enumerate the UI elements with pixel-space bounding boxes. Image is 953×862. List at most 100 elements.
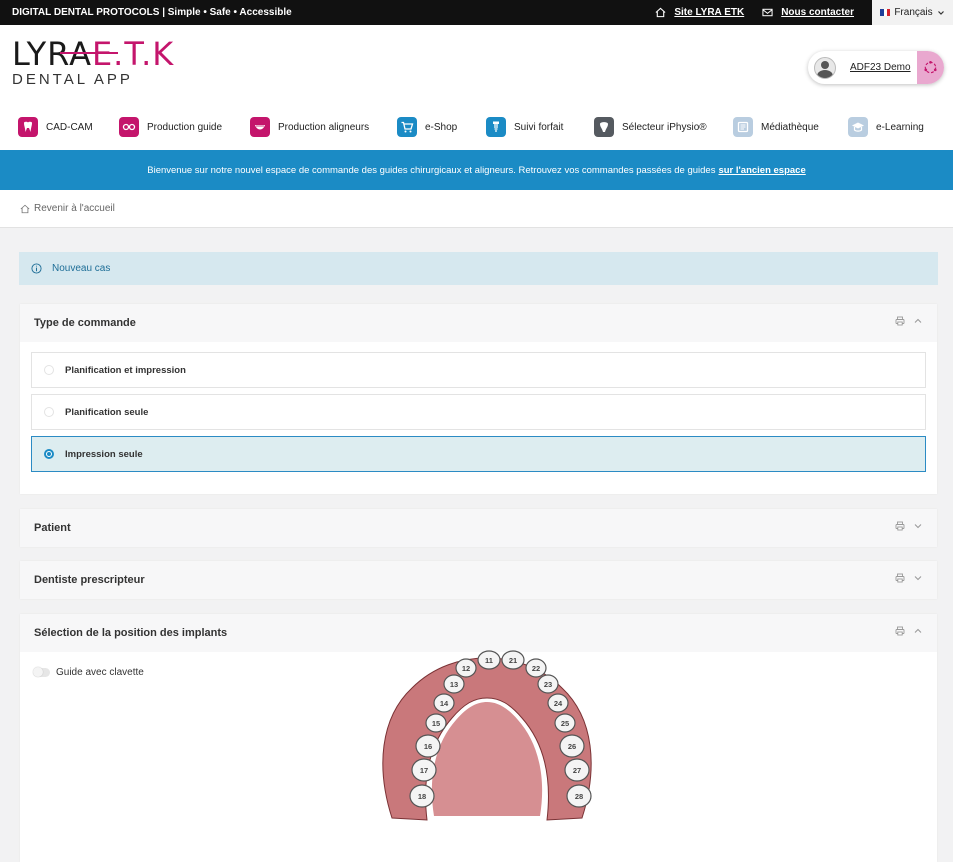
- tooth-27[interactable]: 27: [564, 758, 590, 782]
- nav-suivi-forfait[interactable]: Suivi forfait: [486, 117, 563, 137]
- tooth-26[interactable]: 26: [559, 734, 585, 758]
- tooth-number: 11: [485, 656, 493, 665]
- implant-position-card: Sélection de la position des implants Gu…: [20, 614, 937, 862]
- card-title: Dentiste prescripteur: [34, 574, 145, 586]
- nav-e-learning[interactable]: e-Learning: [848, 117, 924, 137]
- nav-cad-cam[interactable]: CAD-CAM: [18, 117, 93, 137]
- print-icon[interactable]: [895, 573, 905, 583]
- tooth-number: 13: [450, 680, 458, 689]
- nav-production-aligneurs[interactable]: Production aligneurs: [250, 117, 369, 137]
- smile-icon: [250, 117, 270, 137]
- user-menu[interactable]: ADF23 Demo: [808, 51, 944, 84]
- order-type-card: Type de commande Planification et impres…: [20, 304, 937, 494]
- implant-icon: [486, 117, 506, 137]
- tooth-number: 24: [554, 699, 563, 708]
- tooth-number: 23: [544, 680, 552, 689]
- alert-text: Nouveau cas: [52, 263, 111, 274]
- chevron-down-icon: [937, 10, 944, 15]
- print-icon[interactable]: [895, 626, 905, 636]
- home-icon: [655, 7, 666, 18]
- media-icon: [733, 117, 753, 137]
- tooth-number: 14: [440, 699, 449, 708]
- radio-button[interactable]: [44, 449, 54, 459]
- tooth-22[interactable]: 22: [525, 658, 547, 678]
- language-selector[interactable]: Français: [872, 0, 953, 25]
- option-label: Planification seule: [65, 406, 149, 418]
- tooth-24[interactable]: 24: [547, 693, 569, 713]
- language-label: Français: [894, 7, 933, 18]
- card-header[interactable]: Patient: [20, 509, 937, 547]
- tagline: DIGITAL DENTAL PROTOCOLS | Simple • Safe…: [12, 7, 292, 18]
- nav-label: Production guide: [147, 121, 223, 133]
- tooth-12[interactable]: 12: [455, 658, 477, 678]
- iphysio-icon: [594, 117, 614, 137]
- tooth-number: 28: [575, 792, 583, 801]
- contact-link-label[interactable]: Nous contacter: [781, 7, 854, 18]
- user-menu-button[interactable]: [917, 51, 944, 84]
- tooth-11[interactable]: 11: [477, 650, 501, 670]
- card-header[interactable]: Dentiste prescripteur: [20, 561, 937, 599]
- radio-button[interactable]: [44, 407, 54, 417]
- tooth-23[interactable]: 23: [537, 674, 559, 694]
- site-link[interactable]: Site LYRA ETK: [655, 7, 744, 18]
- french-flag-icon: [880, 9, 891, 16]
- tooth-14[interactable]: 14: [433, 693, 455, 713]
- site-link-label[interactable]: Site LYRA ETK: [674, 7, 744, 18]
- option-planification-seule[interactable]: Planification seule: [31, 394, 926, 430]
- card-header[interactable]: Type de commande: [20, 304, 937, 342]
- main-nav: CAD-CAM Production guide Production alig…: [0, 113, 953, 141]
- nav-label: Médiathèque: [761, 121, 819, 133]
- chevron-up-icon[interactable]: [913, 626, 923, 636]
- tooth-number: 22: [532, 664, 540, 673]
- logo-subtitle: DENTAL APP: [12, 71, 133, 88]
- option-impression-seule[interactable]: Impression seule: [31, 436, 926, 472]
- radio-button[interactable]: [44, 365, 54, 375]
- chevron-down-icon[interactable]: [913, 573, 923, 583]
- nav-selecteur-iphysio[interactable]: Sélecteur iPhysio®: [594, 117, 707, 137]
- upper-jaw-diagram: 11 12 13 14 15 16 17 18 21 22 23 24 25 26 27 28: [382, 650, 592, 821]
- nav-label: Suivi forfait: [514, 121, 564, 133]
- card-title: Type de commande: [34, 317, 136, 329]
- nav-mediatheque[interactable]: Médiathèque: [733, 117, 819, 137]
- tooth-13[interactable]: 13: [443, 674, 465, 694]
- option-label: Impression seule: [65, 448, 143, 460]
- banner-link[interactable]: sur l'ancien espace: [718, 165, 805, 176]
- toggle-switch[interactable]: [33, 667, 50, 677]
- nav-label: Sélecteur iPhysio®: [622, 121, 707, 133]
- back-home-link[interactable]: Revenir à l'accueil: [34, 203, 115, 214]
- option-planification-impression[interactable]: Planification et impression: [31, 352, 926, 388]
- nav-label: Production aligneurs: [278, 121, 370, 133]
- keyed-guide-toggle[interactable]: Guide avec clavette: [33, 667, 144, 678]
- header: LYRAE.T.K DENTAL APP ADF23 Demo CAD-CAM …: [0, 25, 953, 150]
- nav-production-guide[interactable]: Production guide: [119, 117, 222, 137]
- card-header[interactable]: Sélection de la position des implants: [20, 614, 937, 652]
- print-icon[interactable]: [895, 521, 905, 531]
- tooth-18[interactable]: 18: [409, 784, 435, 808]
- tooth-number: 25: [561, 719, 569, 728]
- chevron-up-icon[interactable]: [913, 316, 923, 326]
- info-alert: Nouveau cas: [19, 252, 938, 285]
- print-icon[interactable]: [895, 316, 905, 326]
- tooth-21[interactable]: 21: [501, 650, 525, 670]
- nav-label: CAD-CAM: [46, 121, 93, 133]
- tooth-15[interactable]: 15: [425, 713, 447, 733]
- chevron-down-icon[interactable]: [913, 521, 923, 531]
- tooth-17[interactable]: 17: [411, 758, 437, 782]
- toggle-label: Guide avec clavette: [56, 667, 144, 678]
- graduation-cap-icon: [848, 117, 868, 137]
- tooth-16[interactable]: 16: [415, 734, 441, 758]
- nav-e-shop[interactable]: e-Shop: [397, 117, 457, 137]
- card-title: Sélection de la position des implants: [34, 627, 228, 639]
- tooth-25[interactable]: 25: [554, 713, 576, 733]
- logo-wordmark: LYRAE.T.K: [12, 35, 175, 73]
- tooth-number: 15: [432, 719, 440, 728]
- user-name[interactable]: ADF23 Demo: [850, 62, 911, 73]
- option-label: Planification et impression: [65, 364, 186, 376]
- breadcrumb[interactable]: Revenir à l'accueil: [0, 190, 953, 228]
- logo[interactable]: LYRAE.T.K DENTAL APP: [12, 35, 175, 88]
- tooth-number: 18: [418, 792, 426, 801]
- mail-icon: [762, 8, 773, 17]
- banner-text: Bienvenue sur notre nouvel espace de com…: [147, 164, 716, 176]
- contact-link[interactable]: Nous contacter: [762, 7, 854, 18]
- tooth-28[interactable]: 28: [566, 784, 592, 808]
